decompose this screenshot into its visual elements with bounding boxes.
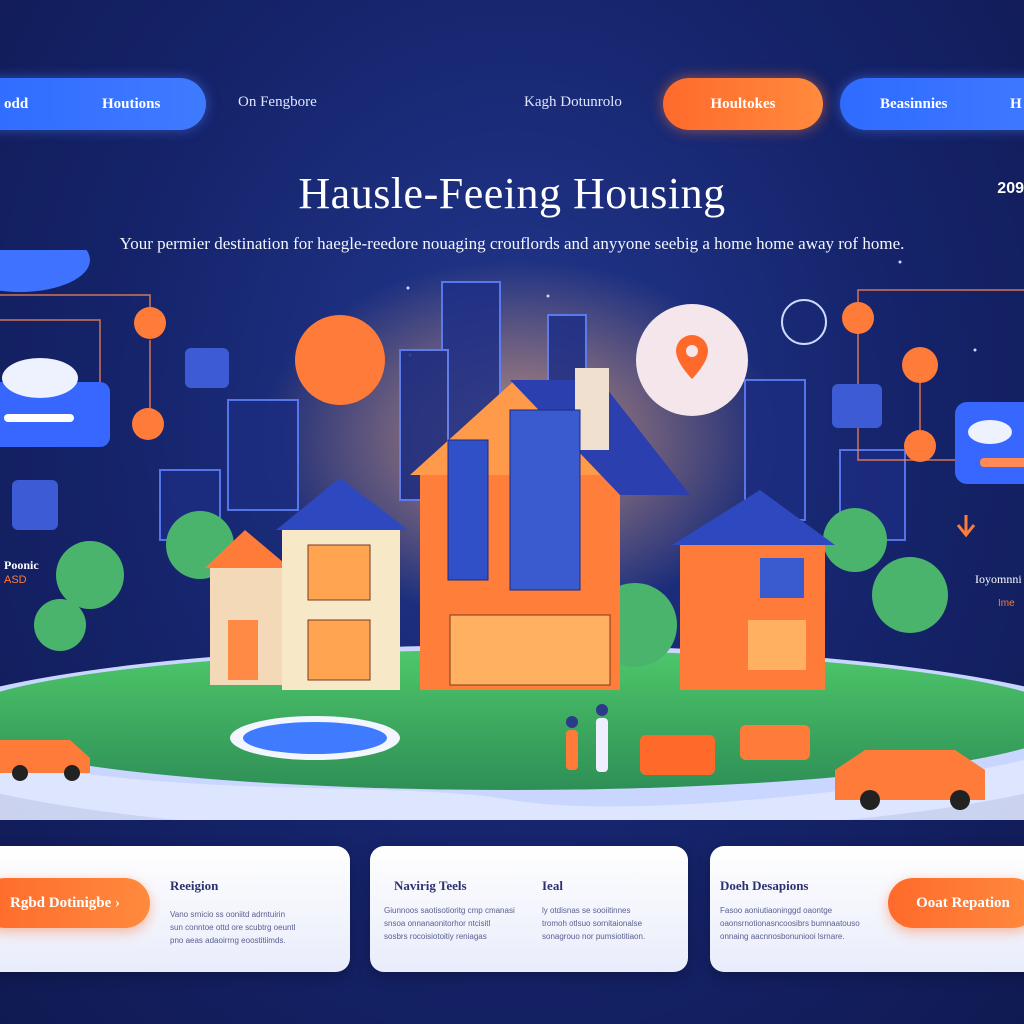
left-value: ASD: [4, 574, 27, 586]
booking-button[interactable]: Rgbd Dotinigbe ›: [0, 878, 150, 928]
card-region: Rgbd Dotinigbe › Reeigion Vano srnicio s…: [0, 846, 350, 972]
nav-item-active: Houltokes: [710, 95, 776, 112]
reservation-button[interactable]: Ooat Repation: [888, 878, 1024, 928]
right-info-card: [955, 402, 1024, 538]
corner-number: 209: [997, 180, 1024, 197]
nav-link-1[interactable]: On Fengbore: [238, 94, 317, 111]
right-value: Ime: [998, 598, 1015, 609]
card-text: Fasoo aoniutiaoninggd oaontge oaonsrnotio…: [720, 906, 860, 941]
card-heading: Reeigion: [170, 878, 219, 893]
card-heading: Navirig Teels: [394, 878, 467, 893]
sun: [295, 315, 385, 405]
nav-item-cut: H: [1010, 95, 1022, 112]
top-nav: odd Houtions Houltokes Beasinnies H: [0, 78, 1024, 134]
card-text: Vano srnicio ss ooniitd adrntuirin sun co…: [170, 910, 296, 945]
card-heading-2: Ieal: [542, 878, 563, 893]
nav-link-2[interactable]: Kagh Dotunrolo: [524, 94, 622, 111]
page-title: Hausle-Feeing Housing: [298, 169, 726, 218]
nav-pill-active[interactable]: Houltokes: [663, 78, 823, 130]
hero-illustration: [0, 250, 1024, 820]
right-label: Ioyomnni: [975, 572, 1022, 586]
nav-item-housing: Houtions: [102, 95, 161, 112]
card-tools: Navirig Teels Ieal Giunnoos saotisotiori…: [370, 846, 688, 972]
nav-item-business: Beasinnies: [880, 95, 948, 112]
sofa: [740, 725, 810, 760]
nav-pill-business[interactable]: Beasinnies H: [840, 78, 1024, 130]
left-info-card: [0, 250, 110, 447]
nav-item-left: odd: [4, 95, 29, 112]
card-text-2: ly otdisnas se sooiitinnes tromoh otlsuo …: [542, 906, 646, 941]
sofa: [640, 735, 715, 775]
card-descriptions: Doeh Desapions Fasoo aoniutiaoninggd oao…: [710, 846, 1024, 972]
left-label: Poonic: [4, 558, 39, 572]
card-heading: Doeh Desapions: [720, 878, 809, 893]
nav-pill-housing[interactable]: odd Houtions: [0, 78, 206, 130]
card-text: Giunnoos saotisotioritg cmp cmanasi snsoa…: [384, 906, 515, 941]
